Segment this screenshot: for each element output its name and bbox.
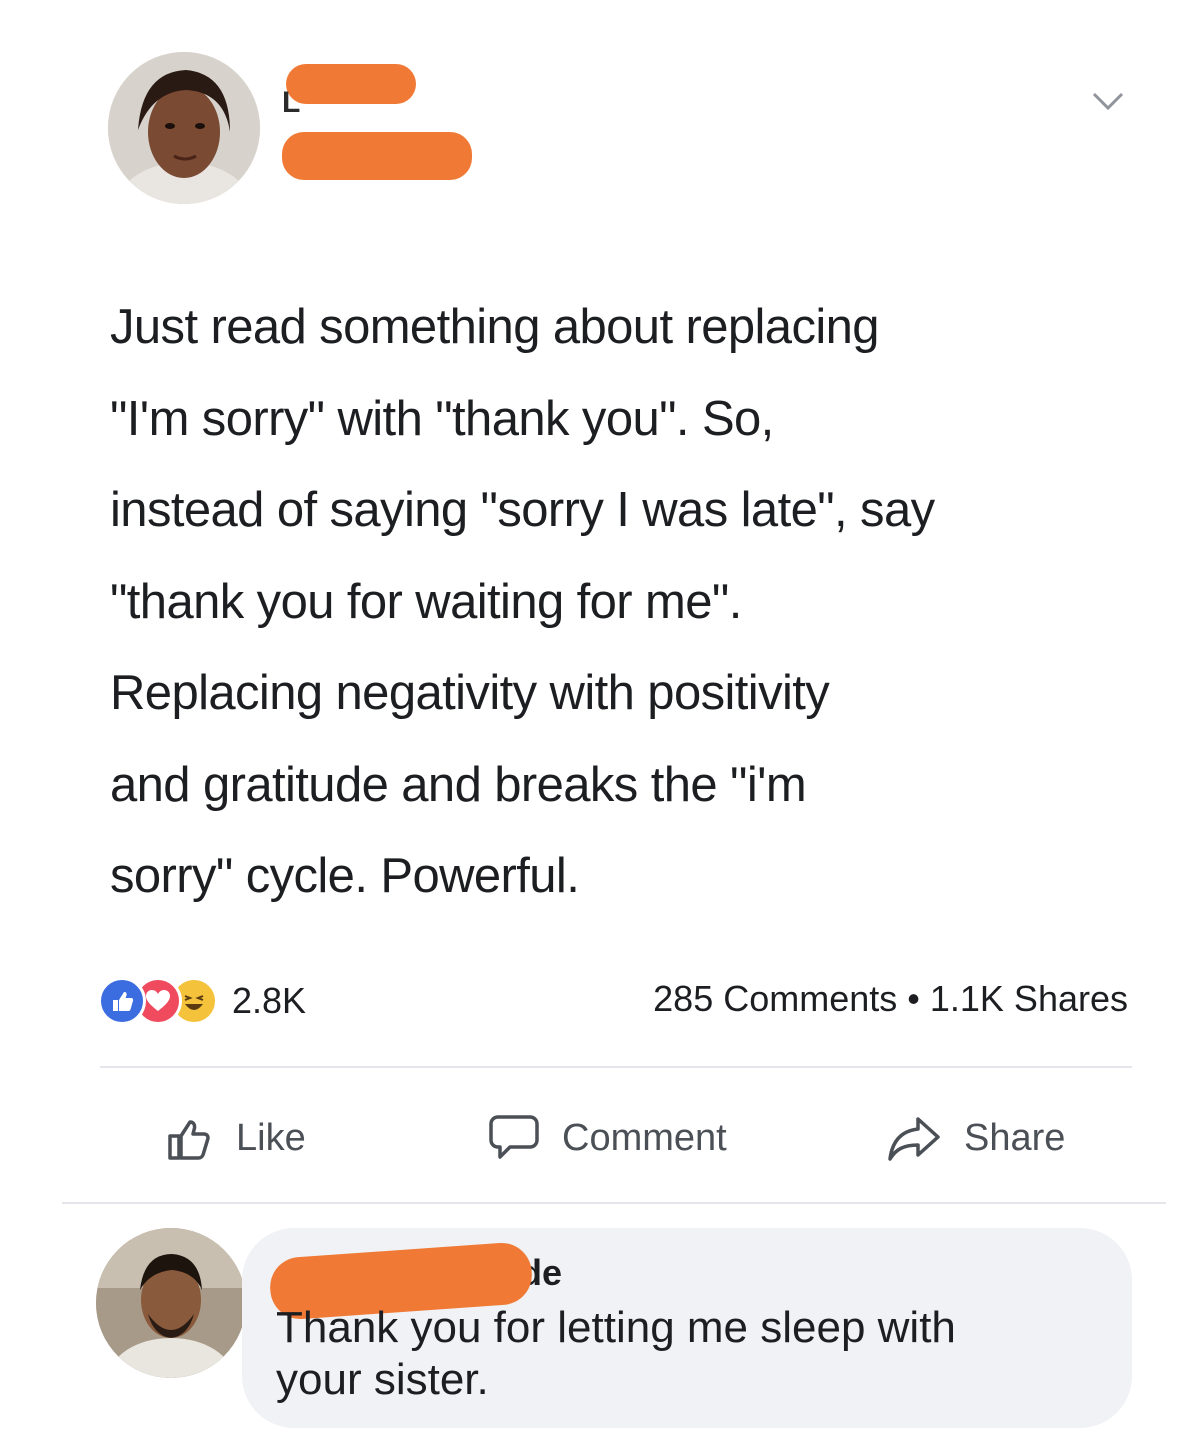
chevron-down-icon[interactable] <box>1088 86 1128 114</box>
like-icon <box>98 977 146 1025</box>
post-timestamp-redaction <box>282 132 472 180</box>
comment-text: Thank you for letting me sleep with your… <box>276 1303 956 1404</box>
like-button[interactable]: Like <box>166 1108 306 1168</box>
author-name-fragment: L <box>282 86 300 119</box>
divider <box>62 1202 1166 1204</box>
comment-label: Comment <box>562 1116 727 1159</box>
like-label: Like <box>236 1116 306 1159</box>
post-text: Just read something about replacing "I'm… <box>110 300 935 903</box>
divider <box>100 1066 1132 1068</box>
comment-button[interactable]: Comment <box>488 1108 727 1168</box>
share-button[interactable]: Share <box>886 1108 1065 1168</box>
reactions-summary[interactable]: 2.8K <box>98 976 306 1026</box>
post-author-avatar[interactable] <box>108 52 260 204</box>
speech-bubble-icon <box>489 1115 539 1159</box>
reaction-count: 2.8K <box>232 980 307 1021</box>
author-name-redaction <box>286 64 416 104</box>
commenter-avatar[interactable] <box>96 1228 246 1378</box>
share-arrow-icon <box>888 1117 940 1161</box>
thumbs-up-icon <box>168 1120 210 1160</box>
comments-shares-count[interactable]: 285 Comments • 1.1K Shares <box>653 978 1128 1020</box>
share-label: Share <box>964 1116 1066 1159</box>
